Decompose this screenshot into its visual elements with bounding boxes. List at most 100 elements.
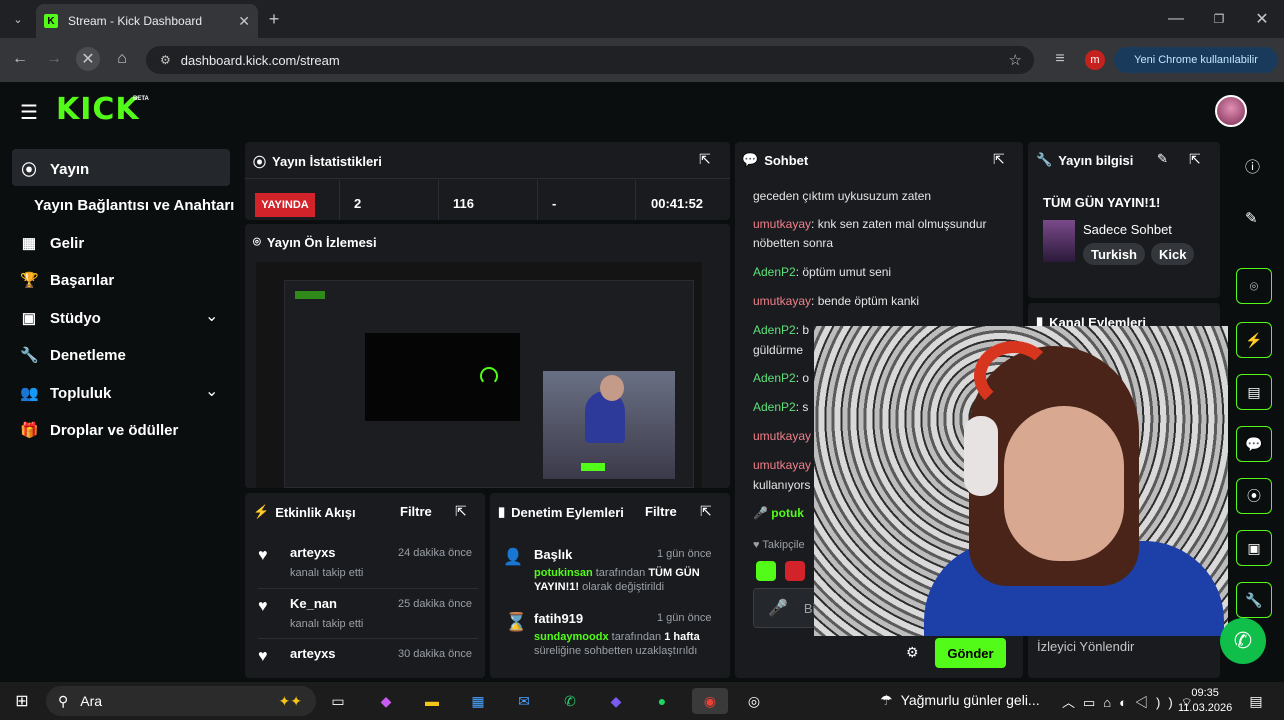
tab-search-icon[interactable]: ⌄ xyxy=(6,7,30,31)
sidebar-item-basarilar[interactable]: 🏆 Başarılar xyxy=(20,271,114,290)
sidebar-item-denetleme[interactable]: 🔧 Denetleme xyxy=(20,346,126,365)
people-icon: 👥 xyxy=(20,385,39,402)
tab-close-icon[interactable]: ✕ xyxy=(238,13,250,30)
viewer-redirect-action[interactable]: İzleyici Yönlendir xyxy=(1037,639,1134,654)
notifications-icon[interactable]: ▤ xyxy=(1242,688,1270,714)
support-icon[interactable]: ✆ xyxy=(1220,618,1266,664)
info-header: 🔧 Yayın bilgisi xyxy=(1036,152,1133,168)
spotify-icon[interactable]: ● xyxy=(648,688,676,714)
webcam-overlay[interactable] xyxy=(814,326,1228,636)
sidebar-item-studyo[interactable]: ▣ Stüdyo xyxy=(20,309,101,328)
chrome-icon[interactable]: ◉ xyxy=(692,688,728,714)
category-name[interactable]: Sadece Sohbet xyxy=(1083,222,1172,237)
divider xyxy=(258,638,478,639)
studio-icon: ▣ xyxy=(21,310,37,327)
mod-text: tarafından xyxy=(608,631,665,643)
chat-username[interactable]: AdenP2 xyxy=(753,265,796,279)
mod-actor[interactable]: potukinsan xyxy=(534,567,593,579)
activity-filter-button[interactable]: Filtre xyxy=(400,504,432,519)
minimize-icon[interactable]: — xyxy=(1164,7,1188,31)
url-field[interactable]: ⚙ dashboard.kick.com/stream ☆ xyxy=(146,46,1034,74)
mail-icon[interactable]: ✉ xyxy=(510,688,538,714)
mod-item-title[interactable]: fatih919 xyxy=(534,611,583,626)
sidebar-item-gelir[interactable]: ▦ Gelir xyxy=(20,234,84,253)
taskbar-search[interactable]: ⚲ Ara ✦✦ xyxy=(46,686,316,716)
user-avatar[interactable] xyxy=(1215,95,1247,127)
file-explorer-icon[interactable]: ▬ xyxy=(418,688,446,714)
uptime: 00:41:52 xyxy=(651,196,704,211)
category-thumbnail[interactable] xyxy=(1043,220,1075,262)
layout-icon[interactable]: ▣ xyxy=(1236,530,1272,566)
back-icon[interactable]: ← xyxy=(8,47,32,71)
kick-logo[interactable]: KICK xyxy=(56,92,140,127)
chat-username[interactable]: umutkayay xyxy=(753,294,811,308)
send-button[interactable]: Gönder xyxy=(935,638,1006,668)
edit-icon[interactable]: ✎ xyxy=(1157,151,1168,167)
sidebar-item-droplar[interactable]: 🎁 Droplar ve ödüller xyxy=(20,421,178,440)
reading-list-icon[interactable]: ≡ xyxy=(1048,47,1072,71)
hourglass-icon: ⌛ xyxy=(505,612,528,632)
copilot-icon[interactable]: ◆ xyxy=(372,688,400,714)
popout-icon[interactable]: ⇱ xyxy=(993,151,1005,168)
close-window-icon[interactable]: ✕ xyxy=(1250,7,1274,31)
new-tab-button[interactable]: + xyxy=(262,7,286,31)
emote-icon[interactable] xyxy=(785,561,805,581)
mod-actor[interactable]: sundaymoodx xyxy=(534,631,609,643)
moderation-filter-button[interactable]: Filtre xyxy=(645,504,677,519)
new-chrome-button[interactable]: Yeni Chrome kullanılabilir xyxy=(1114,47,1278,73)
app-icon[interactable]: ◆ xyxy=(602,688,630,714)
chevron-down-icon[interactable]: ⌄ xyxy=(205,306,218,326)
site-info-icon[interactable]: ⚙ xyxy=(160,53,171,67)
activity-user[interactable]: arteyxs xyxy=(290,646,336,661)
chat-username[interactable]: potuk xyxy=(771,506,804,520)
popout-icon[interactable]: ⇱ xyxy=(700,503,712,520)
chat-username[interactable]: AdenP2 xyxy=(753,400,796,414)
tag-pill[interactable]: Kick xyxy=(1151,243,1195,265)
gear-icon[interactable]: ⚙ xyxy=(906,644,919,661)
chat-username[interactable]: umutkayay xyxy=(753,217,811,231)
home-icon[interactable]: ⌂ xyxy=(110,47,134,71)
browser-tab[interactable]: K Stream - Kick Dashboard ✕ xyxy=(36,4,258,38)
mod-item-title: Başlık xyxy=(534,547,573,562)
restore-icon[interactable]: ❐ xyxy=(1207,7,1231,31)
sidebar-item-yayin[interactable]: ⦿ Yayın xyxy=(20,159,89,180)
broadcast-icon: ⦿ xyxy=(253,155,267,170)
obs-icon[interactable]: ◎ xyxy=(740,688,768,714)
emote-icon[interactable] xyxy=(756,561,776,581)
weather-widget[interactable]: ☂ Yağmurlu günler geli... xyxy=(880,692,1040,709)
store-icon[interactable]: ▦ xyxy=(464,688,492,714)
stop-loading-icon[interactable]: ✕ xyxy=(76,47,100,71)
profile-avatar[interactable]: m xyxy=(1085,50,1105,70)
sidebar-item-connection[interactable]: Yayın Bağlantısı ve Anahtarı xyxy=(34,197,234,214)
chat-username[interactable]: umutkayay xyxy=(753,458,811,472)
popout-icon[interactable]: ⇱ xyxy=(699,151,711,168)
chat-username[interactable]: AdenP2 xyxy=(753,371,796,385)
broadcast-toggle-icon[interactable]: ⦿ xyxy=(1236,478,1272,514)
chat-message: AdenP2: öptüm umut seni xyxy=(753,263,1008,282)
forward-icon[interactable]: → xyxy=(42,47,66,71)
info-icon[interactable]: ⓘ xyxy=(1245,156,1260,177)
windows-start-icon[interactable]: ⊞ xyxy=(8,688,36,714)
popout-icon[interactable]: ⇱ xyxy=(455,503,467,520)
bolt-icon[interactable]: ⚡ xyxy=(1236,322,1272,358)
sidebar-item-topluluk[interactable]: 👥 Topluluk xyxy=(20,384,111,403)
bookmark-star-icon[interactable]: ☆ xyxy=(1009,51,1022,69)
chevron-down-icon[interactable]: ⌄ xyxy=(205,381,218,401)
document-icon[interactable]: ▤ xyxy=(1236,374,1272,410)
activity-user[interactable]: Ke_nan xyxy=(290,596,337,611)
popout-icon[interactable]: ⇱ xyxy=(1189,151,1201,168)
stream-preview-video[interactable] xyxy=(256,262,702,488)
clock[interactable]: 09:35 11.03.2026 xyxy=(1178,686,1232,716)
chat-username[interactable]: AdenP2 xyxy=(753,323,796,337)
chat-message: umutkayay: knk sen zaten mal olmuşsundur… xyxy=(753,215,1008,253)
wrench-toggle-icon[interactable]: 🔧 xyxy=(1236,582,1272,618)
chat-toggle-icon[interactable]: 💬 xyxy=(1236,426,1272,462)
whatsapp-icon[interactable]: ✆ xyxy=(556,688,584,714)
task-view-icon[interactable]: ▭ xyxy=(324,688,352,714)
camera-toggle-icon[interactable]: ⌾ xyxy=(1236,268,1272,304)
activity-user[interactable]: arteyxs xyxy=(290,545,336,560)
chat-username[interactable]: umutkayay xyxy=(753,429,811,443)
menu-icon[interactable]: ☰ xyxy=(20,100,38,125)
tag-pill[interactable]: Turkish xyxy=(1083,243,1145,265)
pencil-icon[interactable]: ✎ xyxy=(1245,209,1258,227)
